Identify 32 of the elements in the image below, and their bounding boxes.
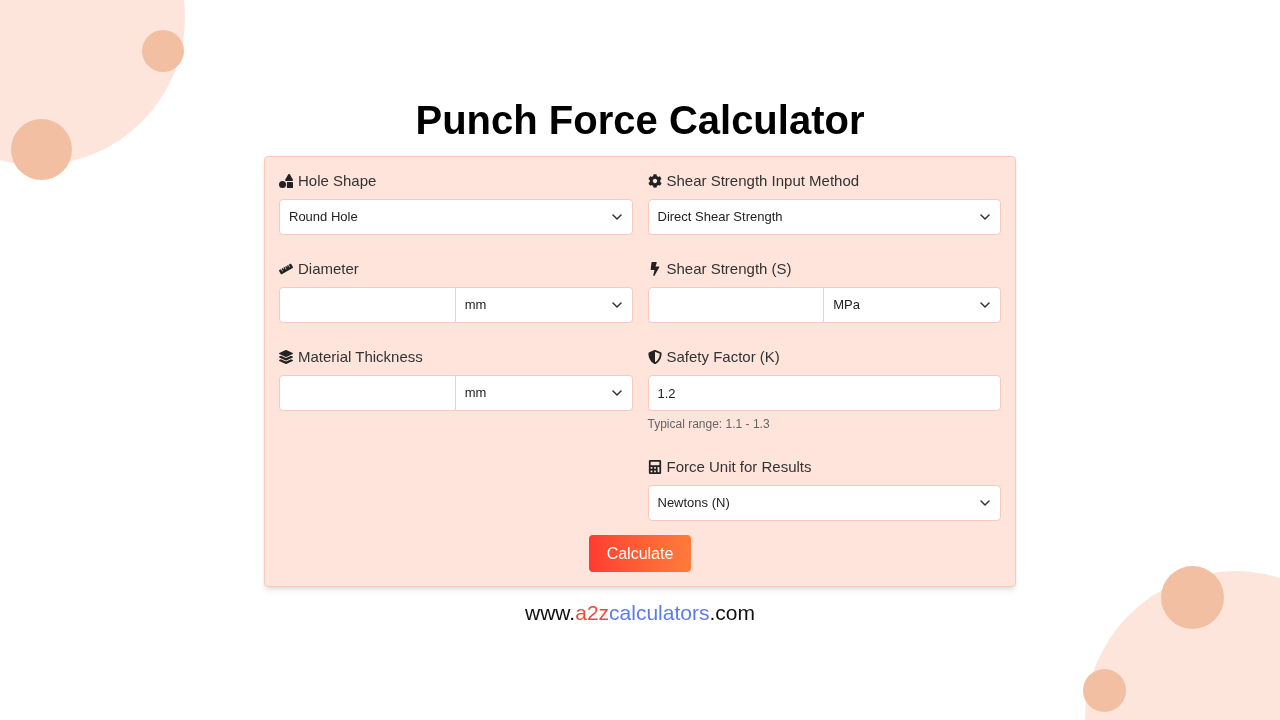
page-title: Punch Force Calculator [415,97,865,144]
chevron-down-icon [610,299,623,311]
layers-icon [279,350,293,364]
gear-icon [647,174,662,188]
hint-text: Typical range: 1.1 - 1.3 [647,416,771,433]
field-label: Shear Strength Input Method [666,170,860,191]
chevron-down-icon [979,211,991,223]
website-url: www.a2zcalculators.com [525,600,755,626]
field-label: Hole Shape [298,170,377,191]
dropdown-select[interactable]: Newtons (N) [647,485,1001,521]
number-input-field[interactable] [279,287,456,323]
ruler-icon [279,262,293,276]
unit-dropdown[interactable]: mm [455,375,633,411]
field-label: Diameter [298,258,359,279]
number-input-field[interactable]: 1.2 [647,375,1001,411]
field-label: Force Unit for Results [666,456,812,477]
dropdown-select[interactable]: Direct Shear Strength [647,199,1001,235]
chevron-down-icon [610,387,623,399]
dropdown-select[interactable]: Round Hole [279,199,633,235]
unit-dropdown[interactable]: MPa [824,287,1001,323]
shield-icon [647,350,662,364]
shapes-icon [279,174,293,188]
field-label: Safety Factor (K) [666,346,780,367]
unit-dropdown[interactable]: mm [455,287,633,323]
chevron-down-icon [979,299,991,311]
number-input-field[interactable] [647,287,825,323]
field-label: Shear Strength (S) [666,258,792,279]
chevron-down-icon [610,211,623,223]
number-input-field[interactable] [279,375,456,411]
chevron-down-icon [979,497,991,509]
calculator-icon [647,460,662,474]
field-label: Material Thickness [298,346,423,367]
